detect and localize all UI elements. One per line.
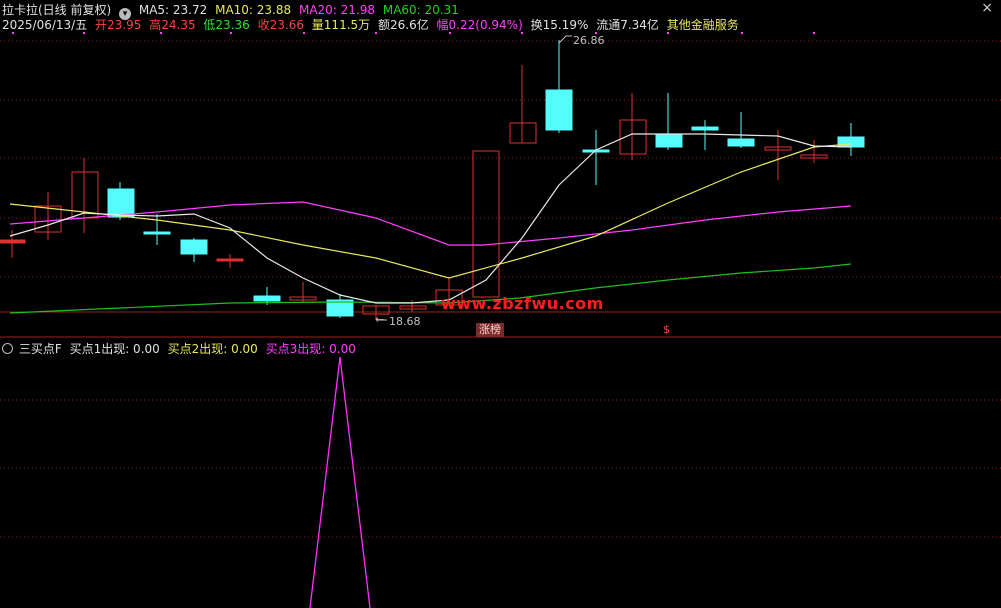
indicator-header: 三买点F 买点1出现: 0.00 买点2出现: 0.00 买点3出现: 0.00 (2, 340, 360, 357)
watermark: www.zbzfwu.com (441, 294, 604, 313)
candle (143, 231, 171, 235)
ma20-line (9, 201, 852, 246)
max-pointer (558, 35, 572, 44)
ma10-line (9, 143, 852, 279)
candle (545, 89, 573, 131)
indicator-settings-icon[interactable] (2, 343, 13, 354)
candle (655, 134, 683, 148)
min-price-arrow: ← (375, 313, 385, 326)
candle (107, 188, 135, 218)
indicator-line (309, 356, 371, 608)
candle (472, 150, 500, 298)
ma60-line (9, 263, 852, 314)
dollar-marker[interactable]: $ (663, 323, 670, 337)
buy1-value: 买点1出现: 0.00 (69, 342, 160, 356)
candle (180, 239, 208, 255)
candle (253, 295, 281, 302)
candle (727, 138, 755, 147)
period-markers (12, 32, 815, 34)
limit-up-badge[interactable]: 涨榜 (476, 323, 504, 337)
candle (216, 258, 244, 262)
candle (399, 305, 427, 310)
max-price-label: 26.86 (573, 34, 605, 47)
buy3-value: 买点3出现: 0.00 (265, 342, 356, 356)
indicator-name[interactable]: 三买点F (19, 342, 62, 356)
candle (691, 126, 719, 131)
candle (509, 122, 537, 144)
candle (0, 239, 26, 244)
candles (0, 40, 865, 320)
min-price-label: 18.68 (389, 315, 421, 328)
indicator-gridlines (0, 399, 1001, 538)
candle (837, 136, 865, 148)
price-gridlines (0, 40, 1001, 278)
buy2-value: 买点2出现: 0.00 (167, 342, 258, 356)
